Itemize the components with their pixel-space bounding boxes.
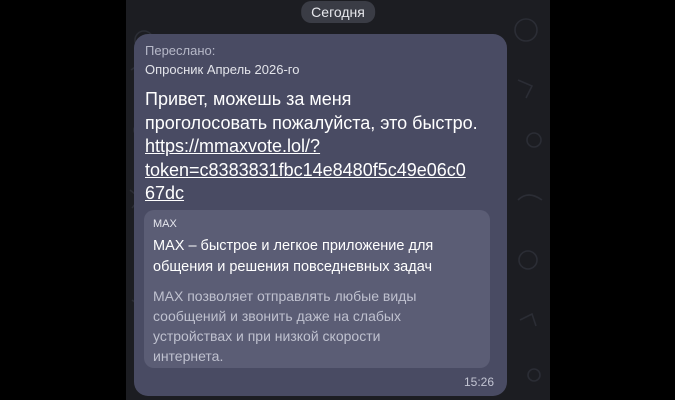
forwarded-label: Переслано: bbox=[145, 43, 216, 58]
link-preview-description-line: интернета. bbox=[153, 348, 224, 364]
link-preview-description-line: устройствах и при низкой скорости bbox=[153, 328, 381, 344]
message-link-line[interactable]: 67dc bbox=[145, 182, 503, 206]
forwarded-from-sender[interactable]: Опросник Апрель 2026-го bbox=[145, 62, 300, 78]
link-preview-card[interactable]: MAX MAX – быстрое и легкое приложение дл… bbox=[144, 210, 490, 368]
link-preview-site-name: MAX bbox=[153, 218, 177, 230]
link-preview-title-line: MAX – быстрое и легкое приложение для bbox=[153, 238, 434, 254]
message-link-line[interactable]: token=c8383831fbc14e8480f5c49e06c0 bbox=[145, 159, 503, 183]
message-text: Привет, можешь за меня проголосовать пож… bbox=[145, 88, 503, 206]
message-bubble[interactable]: Переслано: Опросник Апрель 2026-го Приве… bbox=[134, 34, 507, 396]
link-preview-description: MAX позволяет отправлять любые виды сооб… bbox=[153, 286, 483, 366]
date-divider: Сегодня bbox=[301, 1, 375, 23]
message-timestamp: 15:26 bbox=[463, 375, 494, 389]
link-preview-description-line: MAX позволяет отправлять любые виды bbox=[153, 288, 417, 304]
link-preview-description-line: сообщений и звонить даже на слабых bbox=[153, 308, 401, 324]
chat-area[interactable]: Сегодня Переслано: Опросник Апрель 2026-… bbox=[126, 0, 550, 400]
message-text-line: проголосовать пожалуйста, это быстро. bbox=[145, 112, 478, 133]
message-text-line: Привет, можешь за меня bbox=[145, 89, 352, 109]
link-preview-title-line: общения и решения повседневных задач bbox=[153, 259, 432, 275]
link-preview-title: MAX – быстрое и легкое приложение для об… bbox=[153, 236, 483, 278]
message-link-line[interactable]: https://mmaxvote.lol/? bbox=[145, 135, 503, 159]
